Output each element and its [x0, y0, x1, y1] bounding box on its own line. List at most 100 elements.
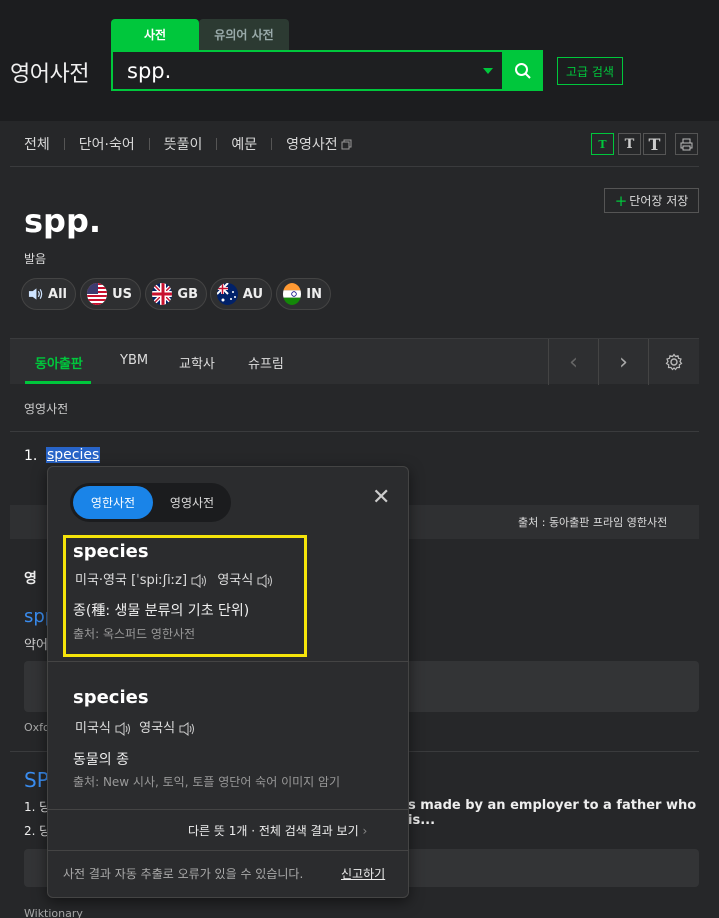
search-input[interactable]: [127, 58, 467, 83]
pron-au-button[interactable]: AU: [210, 278, 272, 310]
font-size-medium-button[interactable]: T: [618, 133, 641, 155]
chevron-down-icon[interactable]: [483, 68, 493, 74]
gb-flag-icon: [152, 283, 173, 305]
pron-all-label: All: [48, 286, 67, 302]
next-button[interactable]: ›: [598, 339, 648, 385]
divider: [10, 431, 699, 432]
pron-us-label: 미국식: [75, 721, 111, 736]
pron-gb-label: 영국식: [217, 573, 254, 588]
tab-dong-a[interactable]: 동아출판: [35, 353, 83, 372]
speaker-icon: [28, 288, 43, 300]
pron-au-label: AU: [242, 286, 263, 302]
popup-entry-word[interactable]: species: [73, 687, 149, 708]
entry-word: spp.: [24, 202, 102, 240]
speaker-icon[interactable]: [257, 573, 273, 588]
divider: [48, 850, 408, 851]
search-box: [111, 50, 543, 91]
pron-gb-label: GB: [177, 286, 198, 302]
popup-entry-source: 출처: New 시사, 토익, 토플 영단어 숙어 이미지 암기: [73, 775, 341, 789]
popup-entry-pronunciation: 미국·영국 [ˈspiːʃiːz] 영국식: [75, 569, 273, 588]
nav-item-all[interactable]: 전체: [24, 134, 50, 154]
font-size-small-button[interactable]: T: [591, 133, 614, 155]
speaker-icon[interactable]: [179, 721, 195, 736]
pronunciation-label: 발음: [24, 252, 47, 266]
speaker-icon[interactable]: [115, 721, 131, 736]
nav-separator: [216, 138, 218, 150]
nav-separator: [63, 138, 65, 150]
nav-item-examples[interactable]: 예문: [231, 134, 257, 154]
divider: [48, 661, 408, 662]
tab-synonym-dictionary[interactable]: 유의어 사전: [199, 19, 289, 50]
popup-entry-word[interactable]: species: [73, 541, 149, 562]
definition-number: 1.: [24, 448, 38, 464]
pron-all-button[interactable]: All: [21, 278, 76, 310]
au-flag-icon: [217, 283, 238, 305]
tab-ybm[interactable]: YBM: [120, 353, 148, 368]
advanced-search-button[interactable]: 고급 검색: [557, 57, 623, 85]
tab-supreme[interactable]: 슈프림: [248, 353, 284, 372]
word-lookup-popup: 영한사전 영영사전 ✕ species 미국·영국 [ˈspiːʃiːz] 영국…: [47, 466, 409, 898]
save-to-wordbook-button[interactable]: + 단어장 저장: [604, 188, 699, 213]
section-label: 영영사전: [24, 402, 69, 416]
popup-entry-definition: 동물의 종: [73, 752, 129, 768]
gear-icon: [665, 353, 682, 371]
divider: [48, 809, 408, 810]
logo[interactable]: 영어사전: [10, 56, 89, 88]
source-wiktionary: Wiktionary: [24, 907, 83, 918]
prev-button[interactable]: ‹: [548, 339, 598, 385]
more-results-label: 다른 뜻 1개 · 전체 검색 결과 보기: [188, 824, 359, 838]
header: 영어사전 사전 유의어 사전 고급 검색: [0, 0, 719, 121]
nav-item-english-english-label: 영영사전: [286, 137, 338, 153]
abbreviation-label: 약어: [24, 638, 48, 653]
pron-in-button[interactable]: IN: [276, 278, 331, 310]
dictionary-toggle: 영한사전 영영사전: [70, 483, 231, 522]
print-icon: [680, 138, 693, 150]
chevron-left-icon: ‹: [569, 349, 578, 375]
pron-us-label: US: [112, 286, 132, 302]
chevron-right-icon: ›: [619, 349, 628, 375]
settings-button[interactable]: [648, 339, 698, 385]
pron-us-gb-label: 미국·영국 [ˈspiːʃiːz]: [75, 573, 188, 588]
external-window-icon: [341, 139, 352, 149]
pron-gb-label: 영국식: [139, 721, 176, 736]
close-button[interactable]: ✕: [372, 485, 390, 510]
speaker-icon[interactable]: [191, 573, 207, 588]
chevron-right-icon: ›: [362, 824, 368, 838]
search-button[interactable]: [502, 50, 543, 91]
definition-line-1-text: s made by an employer to a father who is…: [408, 798, 697, 828]
toggle-english-korean[interactable]: 영한사전: [73, 486, 153, 519]
us-flag-icon: [87, 283, 108, 305]
source-text: 출처 : 동아출판 프라임 영한사전: [518, 516, 668, 529]
toggle-english-english[interactable]: 영영사전: [154, 486, 230, 519]
section-heading: 영: [24, 571, 37, 587]
font-size-large-button[interactable]: T: [643, 133, 666, 155]
nav-item-words-idioms[interactable]: 단어·숙어: [79, 134, 135, 154]
pron-in-label: IN: [306, 286, 322, 302]
search-icon: [514, 62, 531, 79]
nav-item-english-english[interactable]: 영영사전: [286, 134, 352, 154]
save-to-wordbook-label: 단어장 저장: [629, 194, 689, 208]
popup-entry-definition: 종(種: 생물 분류의 기초 단위): [73, 603, 250, 619]
more-results-link[interactable]: 다른 뜻 1개 · 전체 검색 결과 보기 ›: [188, 822, 367, 839]
in-flag-icon: [283, 283, 302, 305]
pron-us-button[interactable]: US: [80, 278, 141, 310]
result-nav: 전체 단어·숙어 뜻풀이 예문 영영사전: [24, 133, 352, 155]
pron-gb-button[interactable]: GB: [145, 278, 207, 310]
popup-entry-source: 출처: 옥스퍼드 영한사전: [73, 627, 196, 641]
tab-kyohak[interactable]: 교학사: [179, 353, 215, 372]
divider: [10, 166, 699, 167]
active-tab-indicator: [25, 381, 91, 384]
source-tabs: 동아출판 YBM 교학사 슈프림 ‹ ›: [10, 338, 699, 385]
nav-separator: [148, 138, 150, 150]
nav-separator: [271, 138, 273, 150]
error-notice: 사전 결과 자동 추출로 오류가 있을 수 있습니다.: [63, 867, 304, 881]
nav-item-meanings[interactable]: 뜻풀이: [164, 134, 203, 154]
report-link[interactable]: 신고하기: [341, 865, 385, 882]
plus-icon: +: [614, 191, 628, 210]
source-oxford: Oxfo: [24, 721, 50, 734]
print-button[interactable]: [675, 133, 698, 155]
definition-link[interactable]: species: [46, 447, 101, 463]
tab-dictionary[interactable]: 사전: [111, 19, 199, 50]
close-icon: ✕: [372, 485, 391, 510]
entry-link-sp[interactable]: SP: [24, 768, 49, 792]
